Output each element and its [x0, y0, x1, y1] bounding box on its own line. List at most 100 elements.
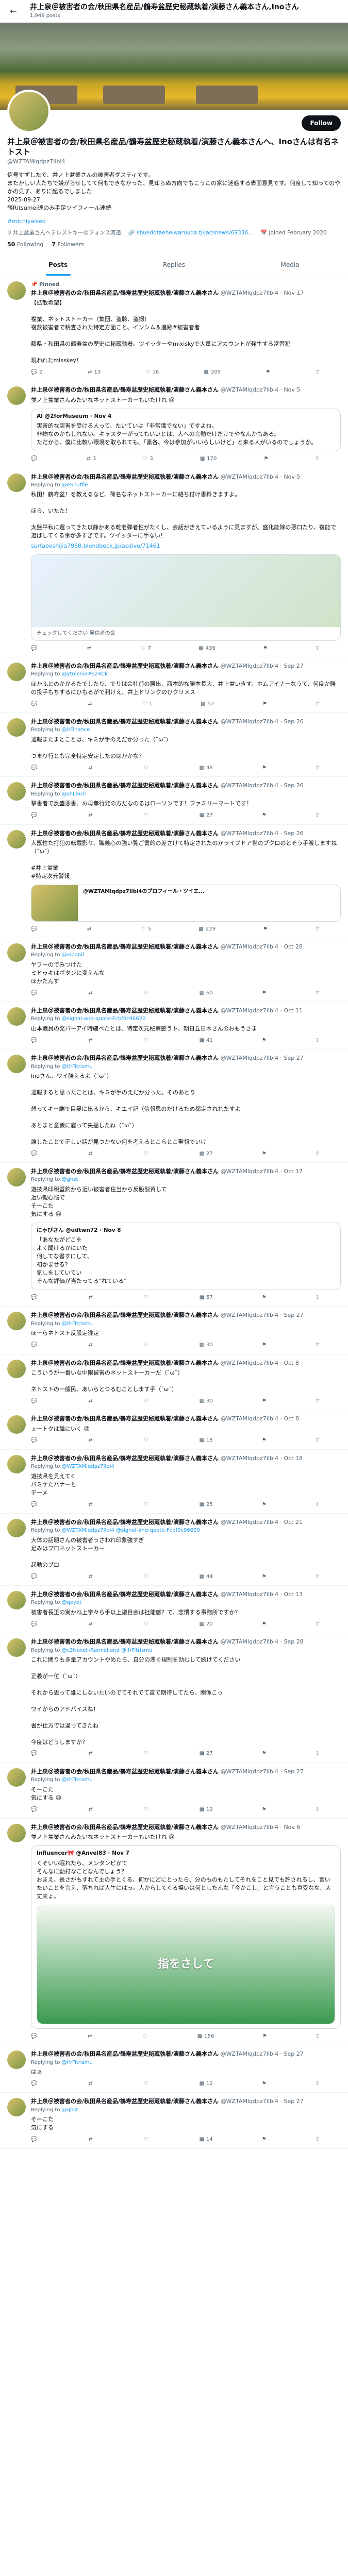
replying-to-handle[interactable]: @ghst [62, 1177, 78, 1182]
avatar[interactable] [7, 1519, 26, 1538]
avatar[interactable] [7, 281, 26, 300]
views-button[interactable]: ▩ 30 [200, 1342, 213, 1349]
repost-button[interactable]: ⇄ [88, 2080, 94, 2088]
author-handle-date[interactable]: @WZTAMlqdpz7Ilbl4 · Sep 27 [221, 663, 304, 669]
views-button[interactable]: ▩ 48 [200, 765, 213, 772]
views-button[interactable]: ▩ 18 [200, 1437, 213, 1444]
tweet[interactable]: 井上泉＠被害者の会/秋田県名産品/鶴寿盆歴史秘蔵執着/演藤さん義本さん @WZT… [0, 938, 348, 1003]
author-name[interactable]: 井上泉＠被害者の会/秋田県名産品/鶴寿盆歴史秘蔵執着/演藤さん義本さん [31, 1312, 219, 1318]
views-button[interactable]: ▩ 19 [200, 1806, 213, 1814]
tweet[interactable]: 井上泉＠被害者の会/秋田県名産品/鶴寿盆歴史秘蔵執着/演藤さん義本さん @WZT… [0, 713, 348, 777]
views-button[interactable]: ▩ 27 [200, 1150, 213, 1158]
like-button[interactable]: ♡ [144, 1750, 151, 1757]
like-button[interactable]: ♡ [144, 812, 151, 819]
author-handle-date[interactable]: @WZTAMlqdpz7Ilbl4 · Oct 13 [221, 1591, 303, 1598]
like-button[interactable]: ♡ [144, 1573, 151, 1581]
repost-button[interactable]: ⇄ [88, 2033, 94, 2040]
author-handle-date[interactable]: @WZTAMlqdpz7Ilbl4 · Oct 18 [221, 1455, 303, 1462]
share-button[interactable]: ⇧ [316, 645, 320, 652]
bookmark-button[interactable]: ⚑ [262, 812, 267, 819]
author-name[interactable]: 井上泉＠被害者の会/秋田県名産品/鶴寿盆歴史秘蔵執着/演藤さん義本さん [31, 386, 219, 393]
replying-to-handle[interactable]: @ifrFitrismu [62, 1321, 93, 1327]
reply-button[interactable]: 💬 [31, 701, 39, 708]
tweet[interactable]: 井上泉＠被害者の会/秋田県名産品/鶴寿盆歴史秘蔵執着/演藤さん義本さん @WZT… [0, 1450, 348, 1514]
replying-to-handle[interactable]: @eShuffle [62, 482, 88, 488]
author-handle-date[interactable]: @WZTAMlqdpz7Ilbl4 · Oct 11 [221, 1007, 303, 1014]
reply-button[interactable]: 💬 [31, 2080, 39, 2088]
repost-button[interactable]: ⇄ [88, 701, 94, 708]
reply-button[interactable]: 💬 [31, 812, 39, 819]
reply-button[interactable]: 💬 [31, 1342, 39, 1349]
repost-button[interactable]: ⇄ 13 [88, 369, 101, 376]
repost-button[interactable]: ⇄ [87, 645, 93, 652]
author-name[interactable]: 井上泉＠被害者の会/秋田県名産品/鶴寿盆歴史秘蔵執着/演藤さん義本さん [31, 718, 219, 725]
avatar[interactable] [7, 1359, 26, 1378]
tweet[interactable]: 井上泉＠被害者の会/秋田県名産品/鶴寿盆歴史秘蔵執着/演藤さん義本さん @WZT… [0, 1163, 348, 1307]
replying-to-handle[interactable]: @WZTAMlqdpz7Ilbl4 [62, 1464, 114, 1469]
replying-to-handle[interactable]: @signal-and-quote-Fcbf0c96620 [62, 1016, 146, 1022]
website-link[interactable]: shuedotaeheiwaruuda.tj/jacsnews/69336... [137, 230, 253, 236]
like-button[interactable]: ♡ [144, 1150, 151, 1158]
repost-button[interactable]: ⇄ [88, 1294, 94, 1301]
like-button[interactable]: ♡ [144, 1037, 151, 1044]
repost-button[interactable]: ⇄ [88, 1342, 94, 1349]
author-handle-date[interactable]: @WZTAMlqdpz7Ilbl4 · Sep 27 [221, 1768, 304, 1775]
avatar[interactable] [7, 473, 26, 492]
tab-replies[interactable]: Replies [116, 255, 232, 275]
like-button[interactable]: ♡ [142, 2033, 149, 2040]
author-handle-date[interactable]: @WZTAMlqdpz7Ilbl4 · Sep 26 [221, 830, 304, 837]
author-handle-date[interactable]: @WZTAMlqdpz7Ilbl4 · Sep 26 [221, 782, 304, 789]
bookmark-button[interactable]: ⚑ [262, 1750, 267, 1757]
views-button[interactable]: ▩ 20 [200, 1621, 213, 1628]
repost-button[interactable]: ⇄ [88, 2136, 94, 2143]
bookmark-button[interactable]: ⚑ [262, 1037, 267, 1044]
author-name[interactable]: 井上泉＠被害者の会/秋田県名産品/鶴寿盆歴史秘蔵執着/演藤さん義本さん [31, 943, 219, 950]
author-name[interactable]: 井上泉＠被害者の会/秋田県名産品/鶴寿盆歴史秘蔵執着/演藤さん義本さん [31, 1768, 219, 1775]
author-handle-date[interactable]: @WZTAMlqdpz7Ilbl4 · Oct 17 [221, 1168, 303, 1175]
replying-to-handle[interactable]: @qeyet [62, 1600, 82, 1605]
reply-button[interactable]: 💬 [31, 990, 39, 997]
views-button[interactable]: ▩ 156 [197, 2033, 214, 2040]
views-button[interactable]: ▩ 30 [200, 1398, 213, 1405]
author-name[interactable]: 井上泉＠被害者の会/秋田県名産品/鶴寿盆歴史秘蔵執着/演藤さん義本さん [31, 473, 219, 480]
like-button[interactable]: ♡ 1 [142, 701, 152, 708]
tweet[interactable]: 井上泉＠被害者の会/秋田県名産品/鶴寿盆歴史秘蔵執着/演藤さん義本さん @WZT… [0, 381, 348, 468]
bookmark-button[interactable]: ⚑ [262, 2136, 267, 2143]
like-button[interactable]: ♡ [144, 990, 151, 997]
bookmark-button[interactable]: ⚑ [262, 2080, 267, 2088]
author-handle-date[interactable]: @WZTAMlqdpz7Ilbl4 · Nov 17 [221, 290, 304, 296]
like-button[interactable]: ♡ [144, 2136, 151, 2143]
media-card[interactable]: チェックしてください 発信者の会 [31, 554, 341, 641]
share-button[interactable]: ⇧ [316, 1501, 320, 1509]
tweet[interactable]: 井上泉＠被害者の会/秋田県名産品/鶴寿盆歴史秘蔵執着/演藤さん義本さん @WZT… [0, 657, 348, 714]
share-button[interactable]: ⇧ [316, 2080, 320, 2088]
bookmark-button[interactable]: ⚑ [262, 1573, 267, 1581]
repost-button[interactable]: ⇄ [88, 1150, 94, 1158]
author-name[interactable]: 井上泉＠被害者の会/秋田県名産品/鶴寿盆歴史秘蔵執着/演藤さん義本さん [31, 1591, 219, 1598]
share-button[interactable]: ⇧ [316, 2033, 320, 2040]
avatar[interactable] [7, 386, 26, 405]
avatar[interactable] [7, 2050, 26, 2070]
share-button[interactable]: ⇧ [316, 369, 320, 376]
avatar[interactable] [7, 1312, 26, 1331]
author-name[interactable]: 井上泉＠被害者の会/秋田県名産品/鶴寿盆歴史秘蔵執着/演藤さん義本さん [31, 663, 219, 669]
replying-to-handle[interactable]: @ghst [62, 2107, 78, 2113]
repost-button[interactable]: ⇄ [88, 1037, 94, 1044]
reply-button[interactable]: 💬 [31, 2136, 39, 2143]
avatar[interactable] [7, 1007, 26, 1026]
replying-to-handle[interactable]: @vipgnil [62, 952, 84, 958]
share-button[interactable]: ⇧ [316, 990, 320, 997]
like-button[interactable]: ♡ [144, 1621, 151, 1628]
author-name[interactable]: 井上泉＠被害者の会/秋田県名産品/鶴寿盆歴史秘蔵執着/演藤さん義本さん [31, 1415, 219, 1422]
author-name[interactable]: 井上泉＠被害者の会/秋田県名産品/鶴寿盆歴史秘蔵執着/演藤さん義本さん [31, 782, 219, 789]
avatar[interactable] [7, 1454, 26, 1473]
profile-banner-image[interactable] [0, 23, 348, 110]
bookmark-button[interactable]: ⚑ [263, 455, 268, 463]
tweet[interactable]: 井上泉＠被害者の会/秋田県名産品/鶴寿盆歴史秘蔵執着/演藤さん義本さん @WZT… [0, 1049, 348, 1163]
bookmark-button[interactable]: ⚑ [266, 369, 270, 376]
repost-button[interactable]: ⇄ [88, 1806, 94, 1814]
tweet[interactable]: 井上泉＠被害者の会/秋田県名産品/鶴寿盆歴史秘蔵執着/演藤さん義本さん @WZT… [0, 2045, 348, 2093]
like-button[interactable]: ♡ 7 [141, 645, 151, 652]
reply-button[interactable]: 💬 [31, 1150, 39, 1158]
website-item[interactable]: 🔗 shuedotaeheiwaruuda.tj/jacsnews/69336.… [128, 229, 253, 236]
